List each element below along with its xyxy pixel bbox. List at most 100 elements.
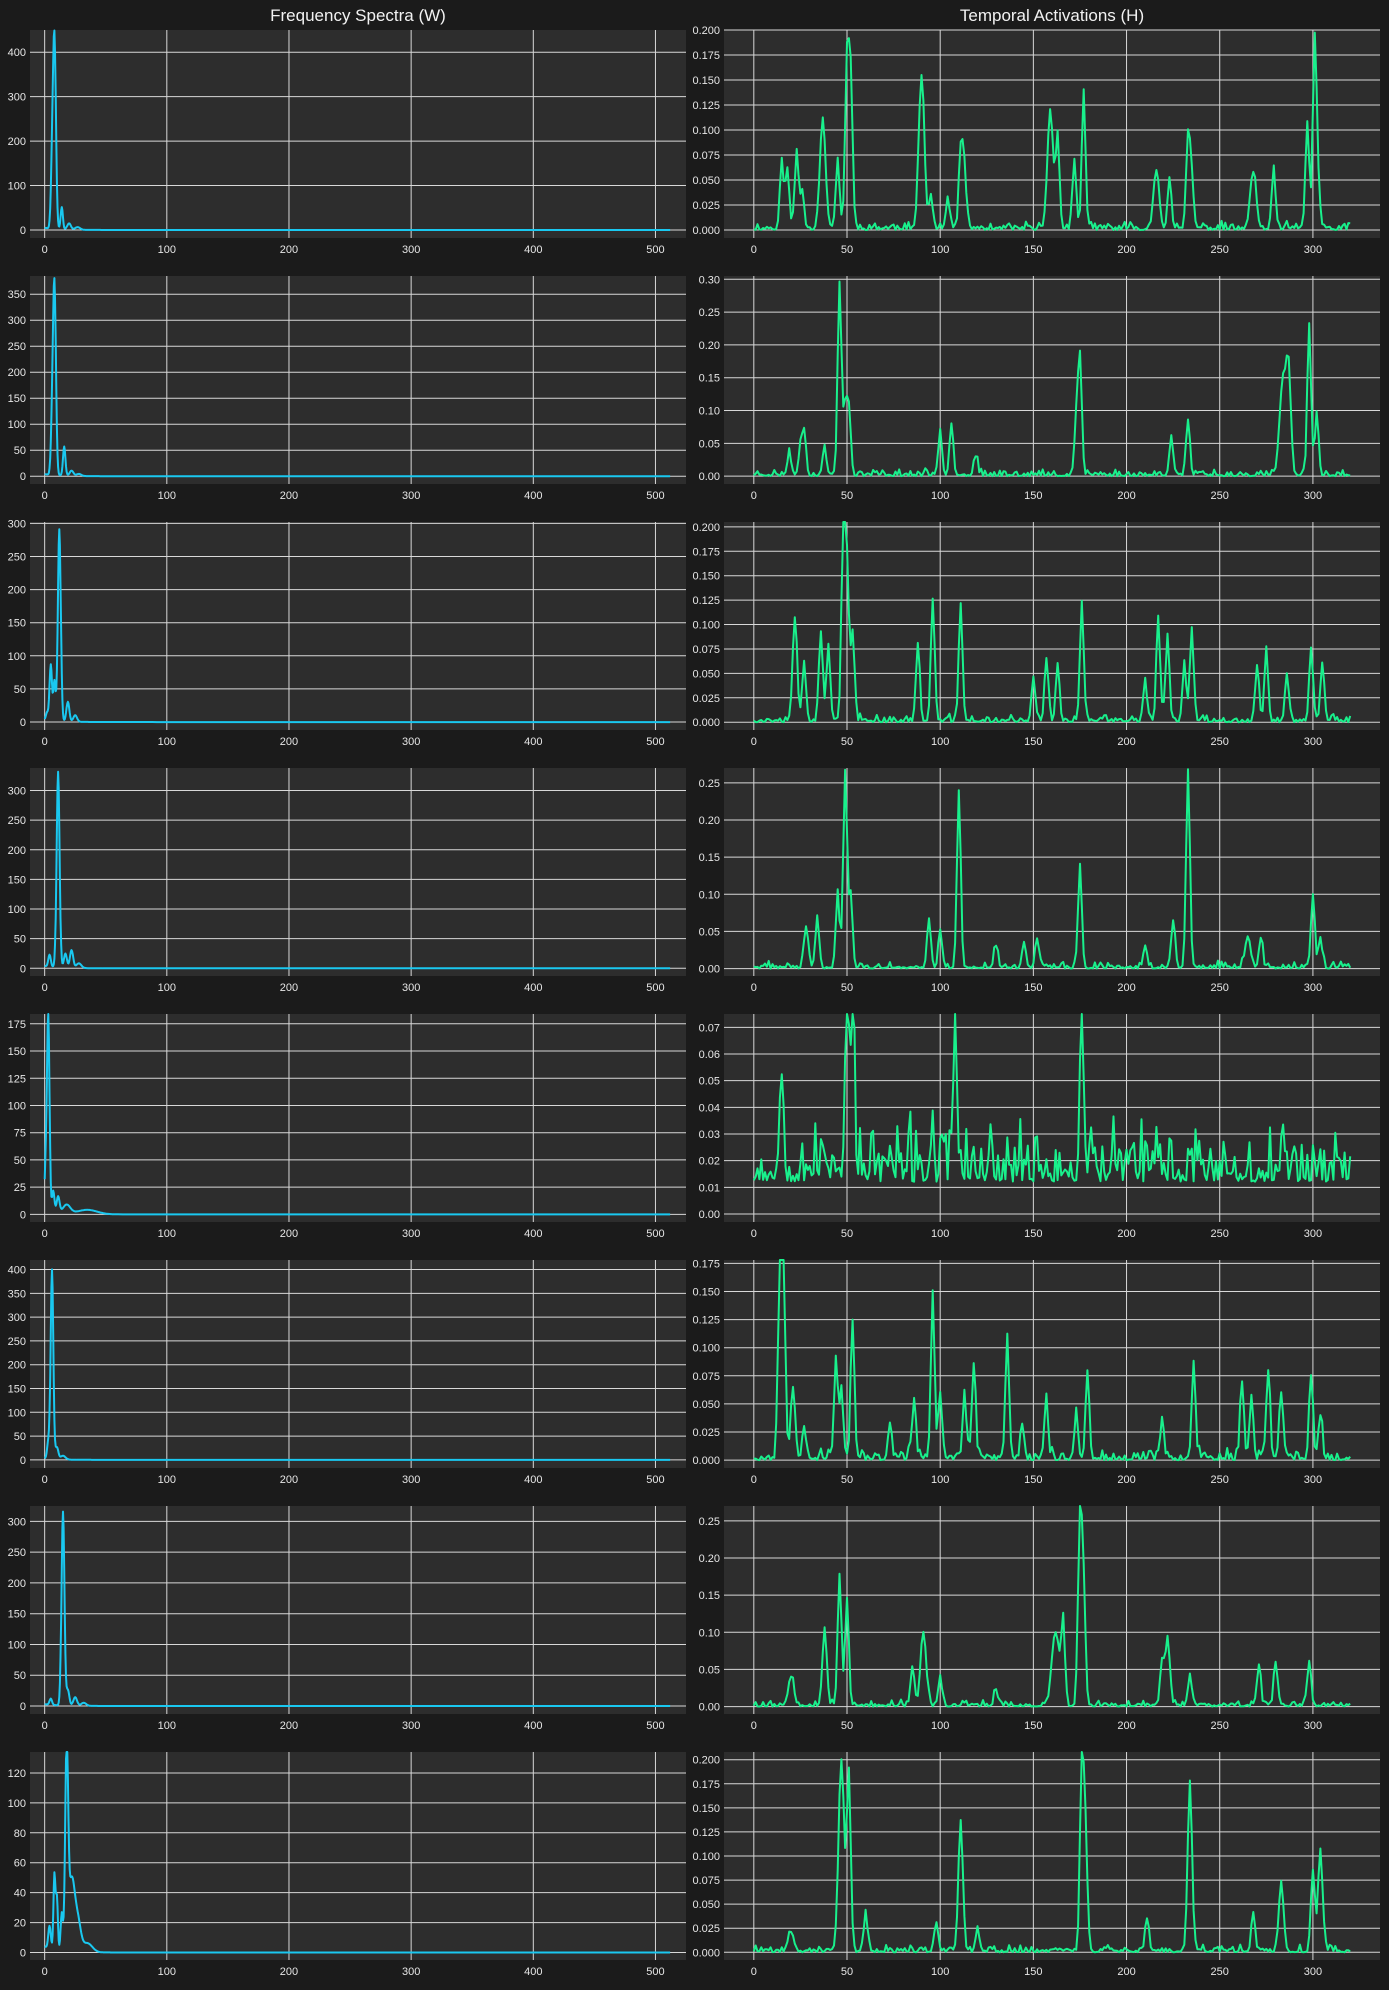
y-tick-label: 100 <box>8 419 26 431</box>
x-tick-label: 400 <box>524 982 542 994</box>
x-tick-label: 300 <box>1304 736 1322 748</box>
y-tick-label: 20 <box>14 1918 26 1930</box>
y-tick-label: 75 <box>14 1128 26 1140</box>
x-tick-label: 500 <box>646 244 664 256</box>
y-tick-label: 0.20 <box>699 815 720 827</box>
activation-panel-3: 0 50 100 150 200 250 300 0.00 0.05 0.10 0.15 0.20 0.… <box>699 768 1380 994</box>
y-tick-label: 80 <box>14 1828 26 1840</box>
y-tick-label: 300 <box>8 315 26 327</box>
y-tick-label: 300 <box>8 786 26 798</box>
x-tick-label: 0 <box>751 736 757 748</box>
y-tick-label: 0.050 <box>692 1399 720 1411</box>
y-tick-label: 0.10 <box>699 406 720 418</box>
y-tick-label: 0.05 <box>699 926 720 938</box>
x-tick-label: 100 <box>931 490 949 502</box>
x-tick-label: 200 <box>280 1474 298 1486</box>
x-tick-label: 0 <box>751 490 757 502</box>
x-tick-label: 500 <box>646 490 664 502</box>
x-tick-label: 300 <box>402 1966 420 1978</box>
spectrum-panel-7: 0 100 200 300 400 500 0 20 40 60 80 100 120 <box>8 1751 686 1978</box>
x-tick-label: 200 <box>1117 736 1135 748</box>
x-tick-label: 400 <box>524 244 542 256</box>
y-tick-label: 350 <box>8 1288 26 1300</box>
x-tick-label: 150 <box>1024 1474 1042 1486</box>
x-tick-label: 50 <box>841 982 853 994</box>
x-tick-label: 50 <box>841 736 853 748</box>
x-tick-label: 100 <box>931 736 949 748</box>
x-tick-label: 250 <box>1211 1720 1229 1732</box>
x-tick-label: 150 <box>1024 244 1042 256</box>
y-tick-label: 0.06 <box>699 1049 720 1061</box>
x-tick-label: 100 <box>158 1720 176 1732</box>
plot-area <box>724 768 1380 976</box>
y-tick-label: 0.175 <box>692 1779 720 1791</box>
y-tick-label: 300 <box>8 1516 26 1528</box>
x-tick-label: 50 <box>841 1720 853 1732</box>
x-tick-label: 200 <box>280 1966 298 1978</box>
x-tick-label: 400 <box>524 490 542 502</box>
y-tick-label: 0.200 <box>692 522 720 534</box>
x-tick-label: 150 <box>1024 982 1042 994</box>
y-tick-label: 0.15 <box>699 852 720 864</box>
x-tick-label: 300 <box>1304 490 1322 502</box>
x-tick-label: 50 <box>841 1966 853 1978</box>
x-tick-label: 500 <box>646 1966 664 1978</box>
spectrum-panel-4: 0 100 200 300 400 500 0 25 50 75 100 125 150 175 <box>8 1013 686 1240</box>
x-tick-label: 200 <box>280 244 298 256</box>
y-tick-label: 200 <box>8 136 26 148</box>
x-tick-label: 0 <box>751 244 757 256</box>
x-tick-label: 300 <box>1304 244 1322 256</box>
y-tick-label: 0.200 <box>692 1755 720 1767</box>
y-tick-label: 0.20 <box>699 1553 720 1565</box>
spectrum-panel-0: 0 100 200 300 400 500 0 100 200 300 400 <box>8 29 686 256</box>
y-tick-label: 150 <box>8 393 26 405</box>
x-tick-label: 250 <box>1211 1228 1229 1240</box>
y-tick-label: 0.03 <box>699 1129 720 1141</box>
x-tick-label: 0 <box>42 244 48 256</box>
y-tick-label: 0.000 <box>692 1947 720 1959</box>
x-tick-label: 100 <box>158 1228 176 1240</box>
y-tick-label: 300 <box>8 518 26 530</box>
x-tick-label: 100 <box>158 736 176 748</box>
y-tick-label: 0.20 <box>699 340 720 352</box>
x-tick-label: 300 <box>1304 1720 1322 1732</box>
x-tick-label: 300 <box>402 490 420 502</box>
y-tick-label: 200 <box>8 1360 26 1372</box>
x-tick-label: 50 <box>841 490 853 502</box>
y-tick-label: 0.01 <box>699 1182 720 1194</box>
y-tick-label: 0.175 <box>692 1258 720 1270</box>
x-tick-label: 100 <box>931 1474 949 1486</box>
y-tick-label: 400 <box>8 1265 26 1277</box>
y-tick-label: 0.075 <box>692 150 720 162</box>
y-tick-label: 0.025 <box>692 1427 720 1439</box>
x-tick-label: 0 <box>42 1966 48 1978</box>
y-tick-label: 0.30 <box>699 274 720 286</box>
y-tick-label: 100 <box>8 904 26 916</box>
y-tick-label: 0.200 <box>692 25 720 37</box>
y-tick-label: 0.125 <box>692 100 720 112</box>
y-tick-label: 0.25 <box>699 307 720 319</box>
x-tick-label: 0 <box>751 1966 757 1978</box>
y-tick-label: 150 <box>8 1046 26 1058</box>
x-tick-label: 0 <box>42 1228 48 1240</box>
x-tick-label: 300 <box>402 1720 420 1732</box>
plot-area <box>30 30 686 238</box>
y-tick-label: 0.10 <box>699 889 720 901</box>
x-tick-label: 200 <box>1117 1720 1135 1732</box>
y-tick-label: 0.04 <box>699 1102 720 1114</box>
y-tick-label: 0.000 <box>692 717 720 729</box>
y-tick-label: 50 <box>14 1431 26 1443</box>
activation-panel-4: 0 50 100 150 200 250 300 0.00 0.01 0.02 0.03 0.04 0.… <box>699 1013 1380 1240</box>
y-tick-label: 25 <box>14 1182 26 1194</box>
y-tick-label: 350 <box>8 289 26 301</box>
x-tick-label: 0 <box>751 1228 757 1240</box>
x-tick-label: 200 <box>1117 1228 1135 1240</box>
x-tick-label: 150 <box>1024 1966 1042 1978</box>
y-tick-label: 200 <box>8 367 26 379</box>
x-tick-label: 400 <box>524 1474 542 1486</box>
x-tick-label: 100 <box>931 1228 949 1240</box>
y-tick-label: 0 <box>20 963 26 975</box>
y-tick-label: 50 <box>14 1155 26 1167</box>
x-tick-label: 150 <box>1024 1228 1042 1240</box>
y-tick-label: 0.15 <box>699 373 720 385</box>
